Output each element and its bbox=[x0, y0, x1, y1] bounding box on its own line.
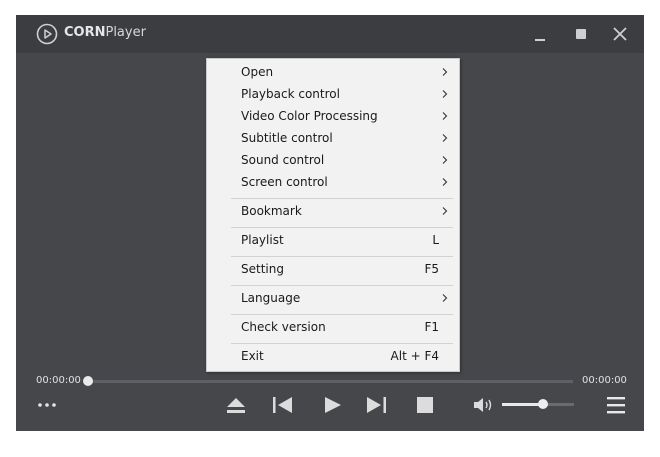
seek-bar[interactable] bbox=[90, 380, 573, 383]
menu-separator bbox=[231, 343, 453, 344]
menu-item-open[interactable]: Open bbox=[207, 62, 459, 84]
menu-item-label: Sound control bbox=[241, 153, 325, 167]
menu-item-label: Playlist bbox=[241, 233, 284, 247]
hamburger-menu-icon[interactable] bbox=[605, 394, 627, 416]
menu-item-label: Setting bbox=[241, 262, 284, 276]
play-logo-icon bbox=[36, 23, 58, 45]
menu-item-label: Video Color Processing bbox=[241, 109, 378, 123]
chevron-right-icon bbox=[442, 207, 448, 215]
menu-item-label: Screen control bbox=[241, 175, 328, 189]
menu-item-check-version[interactable]: Check version F1 bbox=[207, 317, 459, 339]
more-dots-icon[interactable] bbox=[36, 399, 60, 411]
menu-item-language[interactable]: Language bbox=[207, 288, 459, 310]
menu-item-screen-control[interactable]: Screen control bbox=[207, 172, 459, 194]
chevron-right-icon bbox=[442, 68, 448, 76]
maximize-icon[interactable] bbox=[569, 22, 593, 46]
app-title-rest: Player bbox=[105, 25, 146, 40]
menu-item-label: Exit bbox=[241, 349, 264, 363]
chevron-right-icon bbox=[442, 178, 448, 186]
chevron-right-icon bbox=[442, 134, 448, 142]
app-title: CORNPlayer bbox=[64, 25, 146, 40]
menu-item-setting[interactable]: Setting F5 bbox=[207, 259, 459, 281]
menu-item-subtitle-control[interactable]: Subtitle control bbox=[207, 128, 459, 150]
menu-item-playback-control[interactable]: Playback control bbox=[207, 84, 459, 106]
menu-item-label: Bookmark bbox=[241, 204, 302, 218]
next-icon[interactable] bbox=[366, 394, 388, 416]
menu-item-label: Language bbox=[241, 291, 301, 305]
shortcut-label: Alt + F4 bbox=[390, 349, 439, 363]
player-window: CORNPlayer Open Playback control Video C… bbox=[16, 15, 644, 431]
menu-separator bbox=[231, 314, 453, 315]
control-bar: 00:00:00 00:00:00 bbox=[16, 370, 644, 431]
play-icon[interactable] bbox=[321, 394, 343, 416]
volume-fill bbox=[502, 403, 544, 406]
menu-item-sound-control[interactable]: Sound control bbox=[207, 150, 459, 172]
volume-icon[interactable] bbox=[472, 394, 494, 416]
menu-item-label: Check version bbox=[241, 320, 326, 334]
total-time: 00:00:00 bbox=[582, 375, 627, 386]
menu-item-playlist[interactable]: Playlist L bbox=[207, 230, 459, 252]
menu-item-label: Subtitle control bbox=[241, 131, 333, 145]
chevron-right-icon bbox=[442, 90, 448, 98]
chevron-right-icon bbox=[442, 112, 448, 120]
shortcut-label: L bbox=[432, 233, 439, 247]
menu-item-video-color-processing[interactable]: Video Color Processing bbox=[207, 106, 459, 128]
menu-item-bookmark[interactable]: Bookmark bbox=[207, 201, 459, 223]
current-time: 00:00:00 bbox=[36, 375, 81, 386]
menu-separator bbox=[231, 227, 453, 228]
volume-handle[interactable] bbox=[538, 399, 549, 409]
menu-separator bbox=[231, 256, 453, 257]
chevron-right-icon bbox=[442, 156, 448, 164]
chevron-right-icon bbox=[442, 294, 448, 302]
close-icon[interactable] bbox=[608, 22, 632, 46]
minimize-icon[interactable] bbox=[528, 22, 552, 46]
menu-item-exit[interactable]: Exit Alt + F4 bbox=[207, 346, 459, 368]
stop-icon[interactable] bbox=[414, 394, 436, 416]
shortcut-label: F1 bbox=[424, 320, 439, 334]
app-title-bold: CORN bbox=[64, 25, 106, 40]
menu-separator bbox=[231, 285, 453, 286]
previous-icon[interactable] bbox=[271, 394, 293, 416]
seek-handle[interactable] bbox=[83, 376, 93, 386]
context-menu: Open Playback control Video Color Proces… bbox=[206, 58, 460, 372]
menu-item-label: Open bbox=[241, 65, 274, 79]
eject-icon[interactable] bbox=[225, 394, 247, 416]
menu-separator bbox=[231, 198, 453, 199]
menu-item-label: Playback control bbox=[241, 87, 340, 101]
shortcut-label: F5 bbox=[424, 262, 439, 276]
title-bar: CORNPlayer bbox=[16, 15, 644, 53]
